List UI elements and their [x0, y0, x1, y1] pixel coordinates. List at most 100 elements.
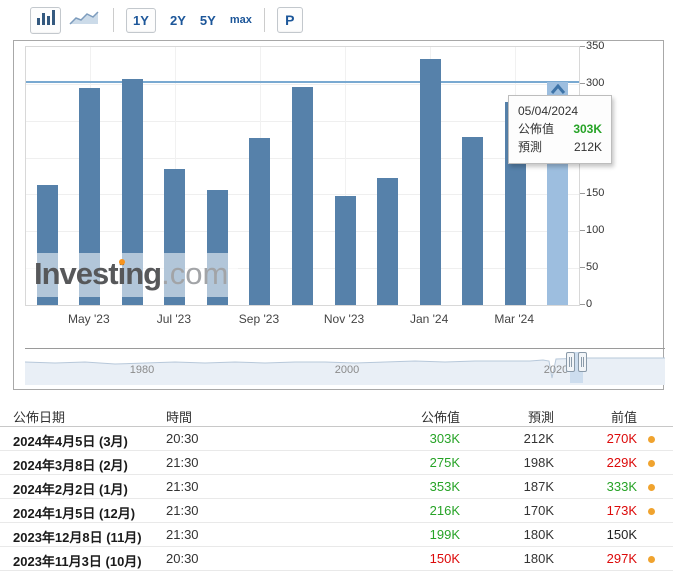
reference-line [26, 81, 579, 83]
release-time: 20:30 [166, 431, 199, 446]
header-actual: 公佈值 [421, 407, 460, 426]
tooltip-date: 05/04/2024 [518, 102, 602, 120]
y-axis-tick-mark [580, 193, 585, 194]
table-header-row: 公佈日期 時間 公佈值 預測 前值 [0, 403, 673, 427]
watermark-i: i [118, 256, 126, 292]
previous-value: 333K [607, 479, 637, 494]
table-row[interactable]: 2024年1月5日 (12月) 21:30 216K 170K 173K [0, 499, 673, 523]
investing-watermark: Investing.com [26, 253, 238, 297]
release-time: 21:30 [166, 527, 199, 542]
chart-bar[interactable] [249, 138, 270, 305]
revised-dot-icon [648, 436, 655, 443]
y-axis-tick-label: 100 [586, 224, 616, 236]
forecast-value: 180K [524, 551, 554, 566]
release-time: 21:30 [166, 479, 199, 494]
release-time: 21:30 [166, 503, 199, 518]
header-previous: 前值 [611, 407, 637, 426]
table-row[interactable]: 2024年3月8日 (2月)21:30275K198K229K [0, 451, 673, 475]
table-row[interactable]: 2023年11月3日 (10月) 20:30 150K 180K 297K [0, 547, 673, 571]
chart-bar[interactable] [420, 59, 441, 305]
timeline-navigator[interactable]: 1980 2000 2020 [25, 348, 665, 385]
range-max-button[interactable]: max [230, 14, 252, 26]
toolbar-separator [264, 8, 265, 32]
range-2y-button[interactable]: 2Y [170, 13, 186, 28]
release-date: 2023年12月8日 (11月) [13, 527, 142, 546]
revised-dot-icon [648, 460, 655, 467]
x-axis-tick-label: Jul '23 [157, 312, 191, 326]
chart-container: 050100150200250300350 May '23Jul '23Sep … [13, 40, 664, 390]
table-row[interactable]: 2024年2月2日 (1月)21:30353K187K333K [0, 475, 673, 499]
navigator-tick-2000: 2000 [335, 364, 359, 376]
releases-table: 公佈日期 時間 公佈值 預測 前值 2024年4月5日 (3月)20:30303… [0, 403, 673, 571]
tooltip-forecast-value: 212K [574, 138, 602, 156]
revised-dot-icon [648, 484, 655, 491]
toolbar-separator [113, 8, 114, 32]
forecast-value: 212K [524, 431, 554, 446]
header-release-date: 公佈日期 [13, 407, 65, 426]
previous-value: 229K [607, 455, 637, 470]
watermark-text-2: ng [125, 256, 161, 291]
watermark-suffix: .com [161, 256, 228, 291]
release-date: 2023年11月3日 (10月) [13, 551, 142, 570]
gridline-h [26, 84, 579, 85]
y-axis-tick-mark [580, 267, 585, 268]
candlestick-period-button[interactable]: P [277, 7, 303, 33]
range-5y-button[interactable]: 5Y [200, 13, 216, 28]
actual-value: 275K [430, 455, 460, 470]
y-axis-tick-label: 150 [586, 187, 616, 199]
watermark-text: Invest [34, 256, 118, 291]
previous-value: 270K [607, 431, 637, 446]
actual-value: 216K [430, 503, 460, 518]
actual-value: 199K [430, 527, 460, 542]
release-date: 2024年3月8日 (2月) [13, 455, 128, 474]
forecast-value: 170K [524, 503, 554, 518]
bar-chart-icon [36, 9, 56, 31]
navigator-left-handle[interactable] [566, 352, 575, 372]
table-body: 2024年4月5日 (3月)20:30303K212K270K2024年3月8日… [0, 427, 673, 571]
header-time: 時間 [166, 407, 192, 426]
release-time: 20:30 [166, 551, 199, 566]
previous-value: 173K [607, 503, 637, 518]
chart-toolbar: 1Y 2Y 5Y max P [0, 0, 673, 40]
x-axis-tick-label: Sep '23 [239, 312, 279, 326]
revised-dot-icon [648, 556, 655, 563]
tooltip-actual-value: 303K [573, 120, 602, 138]
tooltip-actual-label: 公佈值 [518, 120, 554, 138]
table-row[interactable]: 2023年12月8日 (11月)21:30199K180K150K [0, 523, 673, 547]
x-axis-tick-label: Nov '23 [324, 312, 364, 326]
actual-value: 150K [430, 551, 460, 566]
chart-bar[interactable] [462, 137, 483, 305]
release-date: 2024年1月5日 (12月) [13, 503, 135, 522]
orange-dot-icon [119, 259, 125, 265]
actual-value: 353K [430, 479, 460, 494]
area-chart-type-button[interactable] [67, 8, 101, 33]
y-axis-tick-label: 50 [586, 261, 616, 273]
release-time: 21:30 [166, 455, 199, 470]
area-chart-icon [69, 9, 99, 31]
chart-bar[interactable] [292, 87, 313, 305]
y-axis-tick-mark [580, 304, 585, 305]
x-axis-tick-label: Mar '24 [494, 312, 534, 326]
navigator-tick-2020: 2020 [544, 364, 568, 376]
y-axis-tick-mark [580, 230, 585, 231]
header-forecast: 預測 [528, 407, 554, 426]
range-1y-button[interactable]: 1Y [126, 8, 156, 33]
x-axis-tick-label: Jan '24 [410, 312, 448, 326]
bar-chart-type-button[interactable] [30, 7, 61, 34]
tooltip-forecast-label: 預測 [518, 138, 542, 156]
revised-dot-icon [648, 508, 655, 515]
navigator-right-handle[interactable] [578, 352, 587, 372]
y-axis-tick-mark [580, 83, 585, 84]
y-axis-tick-label: 0 [586, 298, 616, 310]
chart-bar[interactable] [377, 178, 398, 305]
y-axis-tick-mark [580, 46, 585, 47]
table-row[interactable]: 2024年4月5日 (3月)20:30303K212K270K [0, 427, 673, 451]
navigator-tick-1980: 1980 [130, 364, 154, 376]
previous-value: 297K [607, 551, 637, 566]
forecast-value: 187K [524, 479, 554, 494]
actual-value: 303K [430, 431, 460, 446]
previous-value: 150K [607, 527, 637, 542]
chart-bar[interactable] [335, 196, 356, 305]
chart-tooltip: 05/04/2024 公佈值 303K 預測 212K [508, 95, 612, 164]
x-axis-tick-label: May '23 [68, 312, 110, 326]
